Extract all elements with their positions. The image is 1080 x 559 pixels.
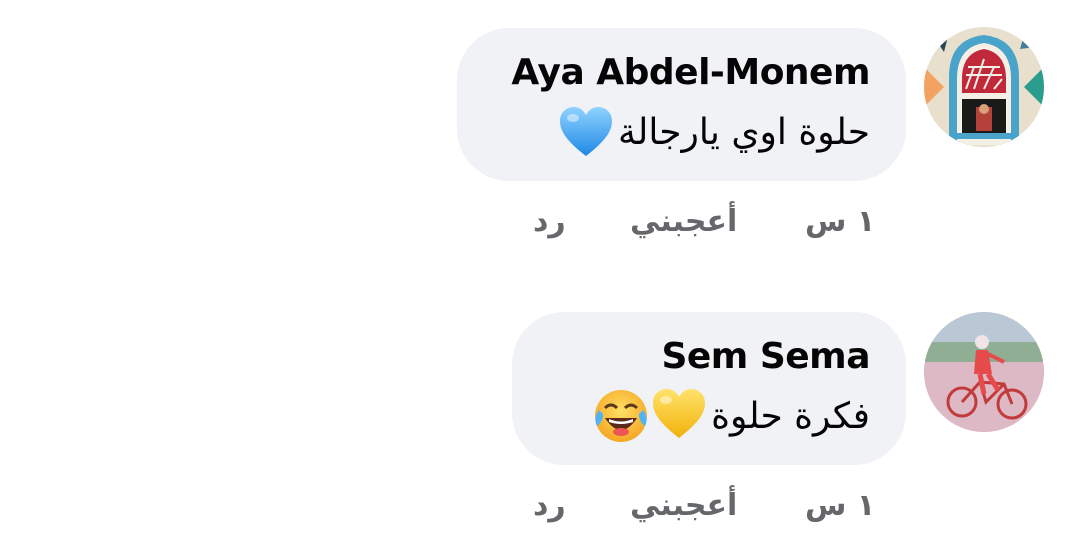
yellow-heart-icon xyxy=(653,389,706,438)
laughing-tears-icon xyxy=(595,390,648,442)
comment-text-body: فكرة حلوة xyxy=(711,395,870,437)
avatar[interactable] xyxy=(924,27,1044,147)
like-button[interactable]: أعجبني xyxy=(630,488,737,523)
avatar-image xyxy=(924,27,1044,147)
comment-text-body: حلوة اوي يارجالة xyxy=(618,111,870,153)
comment-time: ١ س xyxy=(805,488,876,523)
comment-text: فكرة حلوة xyxy=(593,388,870,444)
comment-text: حلوة اوي يارجالة xyxy=(558,106,870,158)
blue-heart-icon xyxy=(560,107,613,156)
comment-author[interactable]: Aya Abdel-Monem xyxy=(511,52,870,93)
reply-button[interactable]: رد xyxy=(533,204,566,239)
avatar-image xyxy=(924,312,1044,432)
reply-button[interactable]: رد xyxy=(533,488,566,523)
comment-author[interactable]: Sem Sema xyxy=(661,336,870,377)
avatar[interactable] xyxy=(924,312,1044,432)
emoji-group xyxy=(593,388,707,444)
comment-bubble: Sem Sema فكرة حلوة xyxy=(512,312,906,465)
emoji-group xyxy=(558,106,614,158)
comment-time: ١ س xyxy=(805,204,876,239)
like-button[interactable]: أعجبني xyxy=(630,204,737,239)
comment-bubble: Aya Abdel-Monem حلوة اوي يارجالة xyxy=(457,28,906,181)
